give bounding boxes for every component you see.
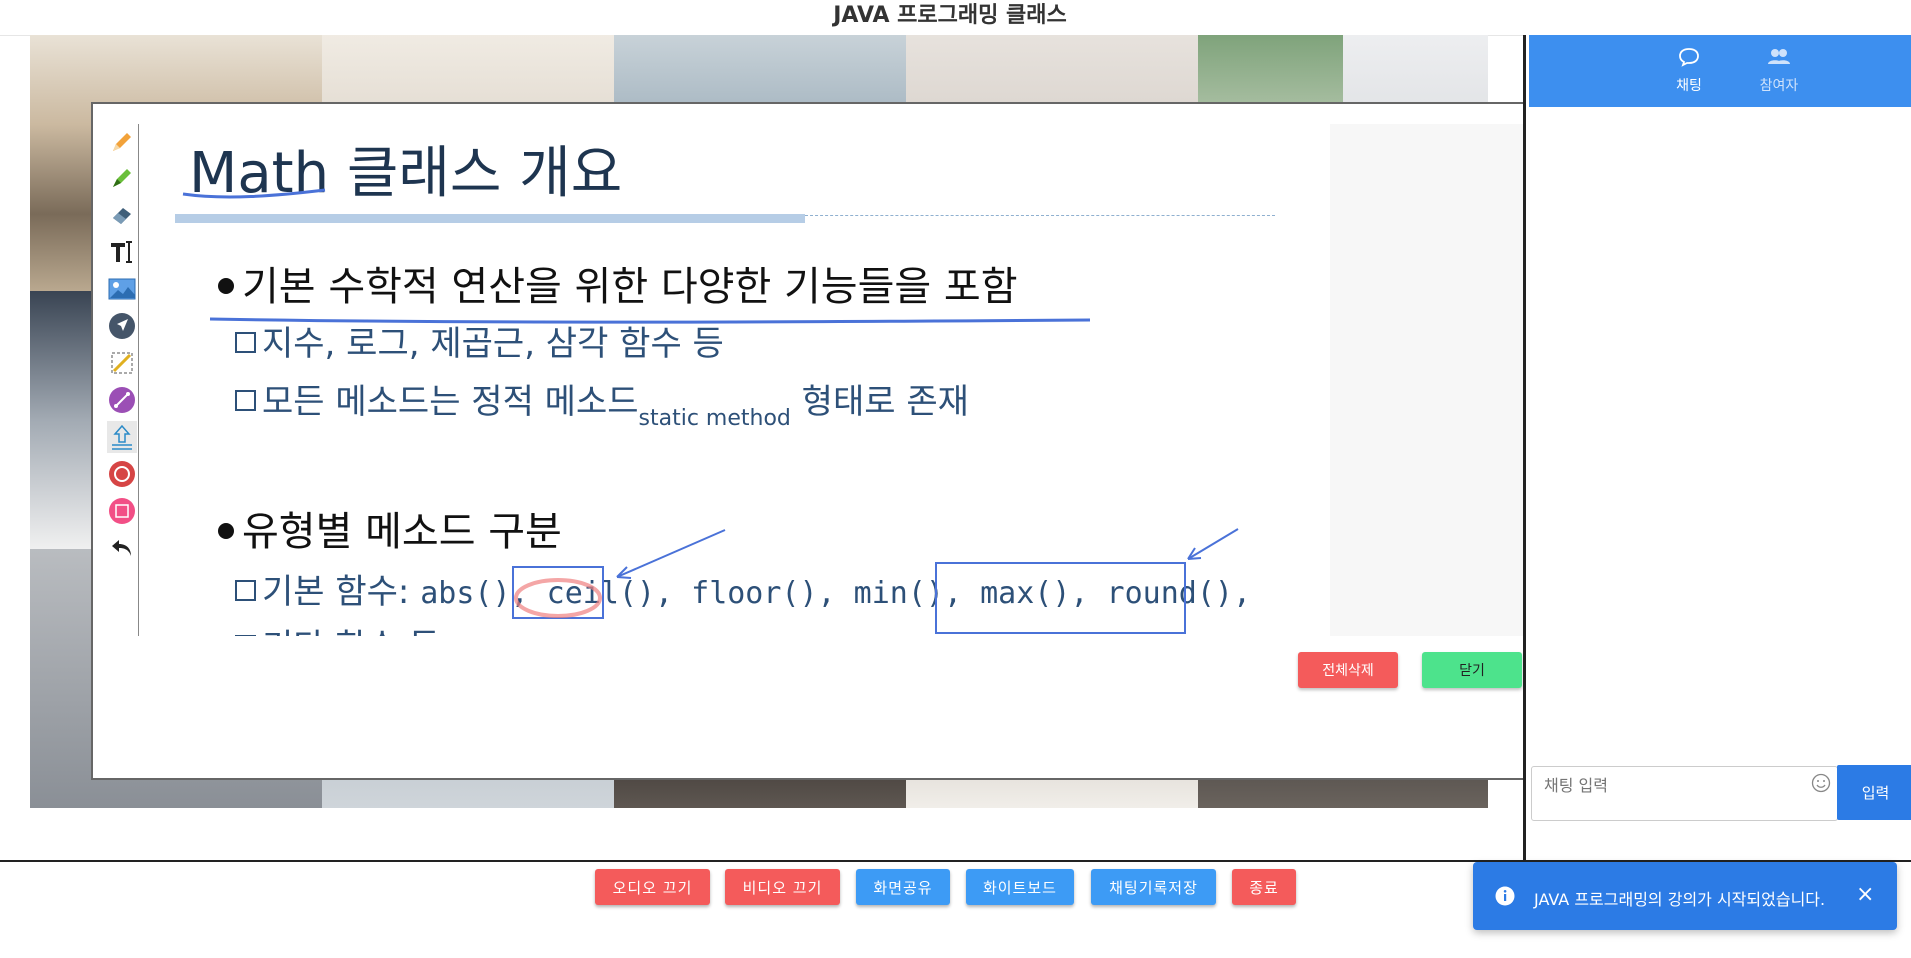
- clear-all-button[interactable]: 전체삭제: [1298, 652, 1398, 688]
- presentation-slide: Math 클래스 개요 기본 수학적 연산을 위한 다양한 기능들을 포함 지수…: [145, 124, 1345, 636]
- slide-sub-bullet-cut: 기타 함수 등: [235, 619, 440, 636]
- slide-sub-bullet: 모든 메소드는 정적 메소드static method 형태로 존재: [235, 374, 969, 431]
- slide-title-underline: [175, 214, 805, 223]
- toast-notification: JAVA 프로그래밍의 강의가 시작되었습니다. ×: [1473, 862, 1897, 930]
- undo-icon[interactable]: [107, 532, 137, 564]
- rectangle-tool-icon[interactable]: [107, 495, 137, 527]
- pencil-icon[interactable]: [107, 126, 137, 158]
- tab-participants[interactable]: 참여자: [1744, 47, 1814, 95]
- chat-tabs: 채팅 참여자: [1529, 35, 1911, 107]
- slide-bullet: 유형별 메소드 구분: [218, 499, 562, 557]
- upload-icon[interactable]: [107, 421, 137, 453]
- chat-send-button[interactable]: 입력: [1837, 765, 1911, 820]
- save-chat-button[interactable]: 채팅기록저장: [1091, 869, 1216, 905]
- whiteboard-toolbar: [105, 124, 139, 636]
- screen-share-button[interactable]: 화면공유: [856, 869, 950, 905]
- tab-participants-label: 참여자: [1759, 78, 1799, 94]
- image-icon[interactable]: [107, 273, 137, 305]
- slide-bullet: 기본 수학적 연산을 위한 다양한 기능들을 포함: [218, 254, 1018, 312]
- slide-sub-bullet: 지수, 로그, 제곱근, 삼각 함수 등: [235, 316, 724, 365]
- chat-input[interactable]: [1542, 775, 1796, 796]
- emoji-icon[interactable]: [1811, 773, 1831, 797]
- whiteboard-canvas[interactable]: Math 클래스 개요 기본 수학적 연산을 위한 다양한 기능들을 포함 지수…: [105, 124, 1627, 636]
- line-tool-icon[interactable]: [107, 384, 137, 416]
- chat-panel: 채팅 참여자 입력: [1523, 35, 1911, 860]
- eraser-icon[interactable]: [107, 199, 137, 231]
- video-off-button[interactable]: 비디오 끄기: [725, 869, 840, 905]
- highlighter-icon[interactable]: [107, 162, 137, 194]
- toast-message: JAVA 프로그래밍의 강의가 시작되었습니다.: [1534, 890, 1826, 909]
- whiteboard-modal: Math 클래스 개요 기본 수학적 연산을 위한 다양한 기능들을 포함 지수…: [91, 102, 1627, 780]
- end-button[interactable]: 종료: [1232, 869, 1296, 905]
- text-tool-icon[interactable]: [107, 236, 137, 268]
- close-icon[interactable]: ×: [1856, 882, 1874, 907]
- whiteboard-button[interactable]: 화이트보드: [966, 869, 1074, 905]
- slide-sub-bullet: 기본 함수: abs(), ceil(), floor(), min(), ma…: [235, 564, 1251, 613]
- chat-bubble-icon: [1679, 48, 1699, 67]
- app-title: JAVA 프로그래밍 클래스: [833, 3, 1067, 28]
- participants-icon: [1768, 49, 1790, 64]
- slide-title-dashed-rule: [805, 215, 1275, 216]
- tab-chat[interactable]: 채팅: [1654, 47, 1724, 95]
- crop-icon[interactable]: [107, 347, 137, 379]
- circle-tool-icon[interactable]: [107, 458, 137, 490]
- pointer-icon[interactable]: [107, 310, 137, 342]
- tab-chat-label: 채팅: [1676, 78, 1702, 94]
- close-whiteboard-button[interactable]: 닫기: [1422, 652, 1522, 688]
- audio-off-button[interactable]: 오디오 끄기: [595, 869, 710, 905]
- chat-input-box: [1531, 766, 1838, 821]
- info-icon: [1495, 886, 1515, 910]
- slide-title: Math 클래스 개요: [189, 141, 623, 206]
